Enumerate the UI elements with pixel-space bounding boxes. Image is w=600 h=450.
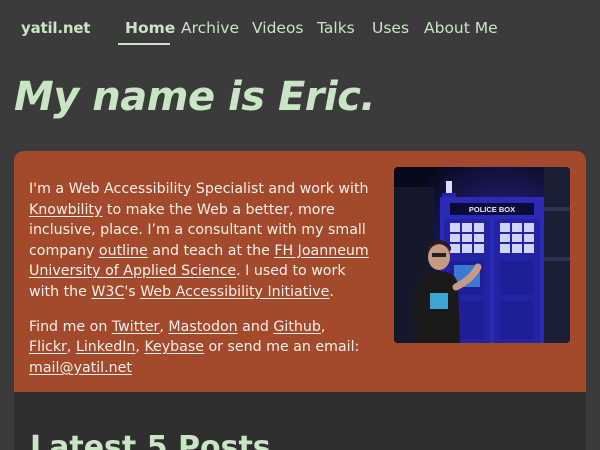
nav-item-archive[interactable]: Archive — [181, 18, 239, 38]
link-linkedin[interactable]: LinkedIn — [76, 339, 135, 355]
intro-paragraph: I'm a Web Accessibility Specialist and w… — [29, 179, 369, 303]
nav-item-talks[interactable]: Talks — [317, 18, 355, 38]
tardis-sign: POLICE BOX — [469, 205, 515, 214]
link-w3c[interactable]: W3C — [91, 284, 124, 300]
nav-active-indicator — [118, 43, 170, 45]
tardis-photo-illustration: POLICE BOX — [394, 167, 570, 343]
nav-item-about-me[interactable]: About Me — [424, 18, 498, 38]
social-text-1: Find me on — [29, 318, 112, 335]
social-text-3: or send me an email: — [203, 339, 360, 356]
link-twitter[interactable]: Twitter — [112, 319, 160, 335]
latest-posts-section: Latest 5 Posts — [14, 392, 586, 450]
page: yatil.net Home Archive Videos Talks Uses… — [0, 0, 600, 450]
site-header: yatil.net Home Archive Videos Talks Uses… — [0, 0, 600, 56]
latest-posts-heading: Latest 5 Posts — [30, 430, 271, 450]
site-logo[interactable]: yatil.net — [21, 19, 90, 37]
lamp-icon — [446, 181, 452, 193]
intro-text-5: 's — [124, 283, 141, 300]
page-title: My name is Eric. — [14, 74, 376, 120]
profile-photo: POLICE BOX — [394, 167, 570, 343]
social-sep-2: , — [320, 318, 326, 335]
nav-item-videos[interactable]: Videos — [252, 18, 304, 38]
link-keybase[interactable]: Keybase — [144, 339, 204, 355]
link-knowbility[interactable]: Knowbility — [29, 202, 102, 218]
intro-text-1: I'm a Web Accessibility Specialist and w… — [29, 181, 369, 197]
nav-item-home[interactable]: Home — [125, 18, 175, 38]
nav-item-uses[interactable]: Uses — [372, 18, 409, 38]
intro-text: I'm a Web Accessibility Specialist and w… — [29, 179, 369, 392]
social-paragraph: Find me on Twitter, Mastodon and Github,… — [29, 317, 369, 379]
social-sep-3: , — [66, 339, 76, 356]
link-github[interactable]: Github — [273, 319, 321, 335]
link-flickr[interactable]: Flickr — [29, 339, 67, 355]
link-mastodon[interactable]: Mastodon — [168, 319, 237, 335]
intro-text-3: and teach at the — [147, 242, 275, 259]
link-email[interactable]: mail@yatil.net — [29, 360, 132, 376]
link-outline[interactable]: outline — [99, 243, 148, 259]
social-text-2: and — [237, 318, 274, 335]
intro-card: I'm a Web Accessibility Specialist and w… — [14, 151, 586, 401]
link-wai[interactable]: Web Accessibility Initiative — [140, 284, 329, 300]
intro-text-6: . — [329, 283, 334, 300]
